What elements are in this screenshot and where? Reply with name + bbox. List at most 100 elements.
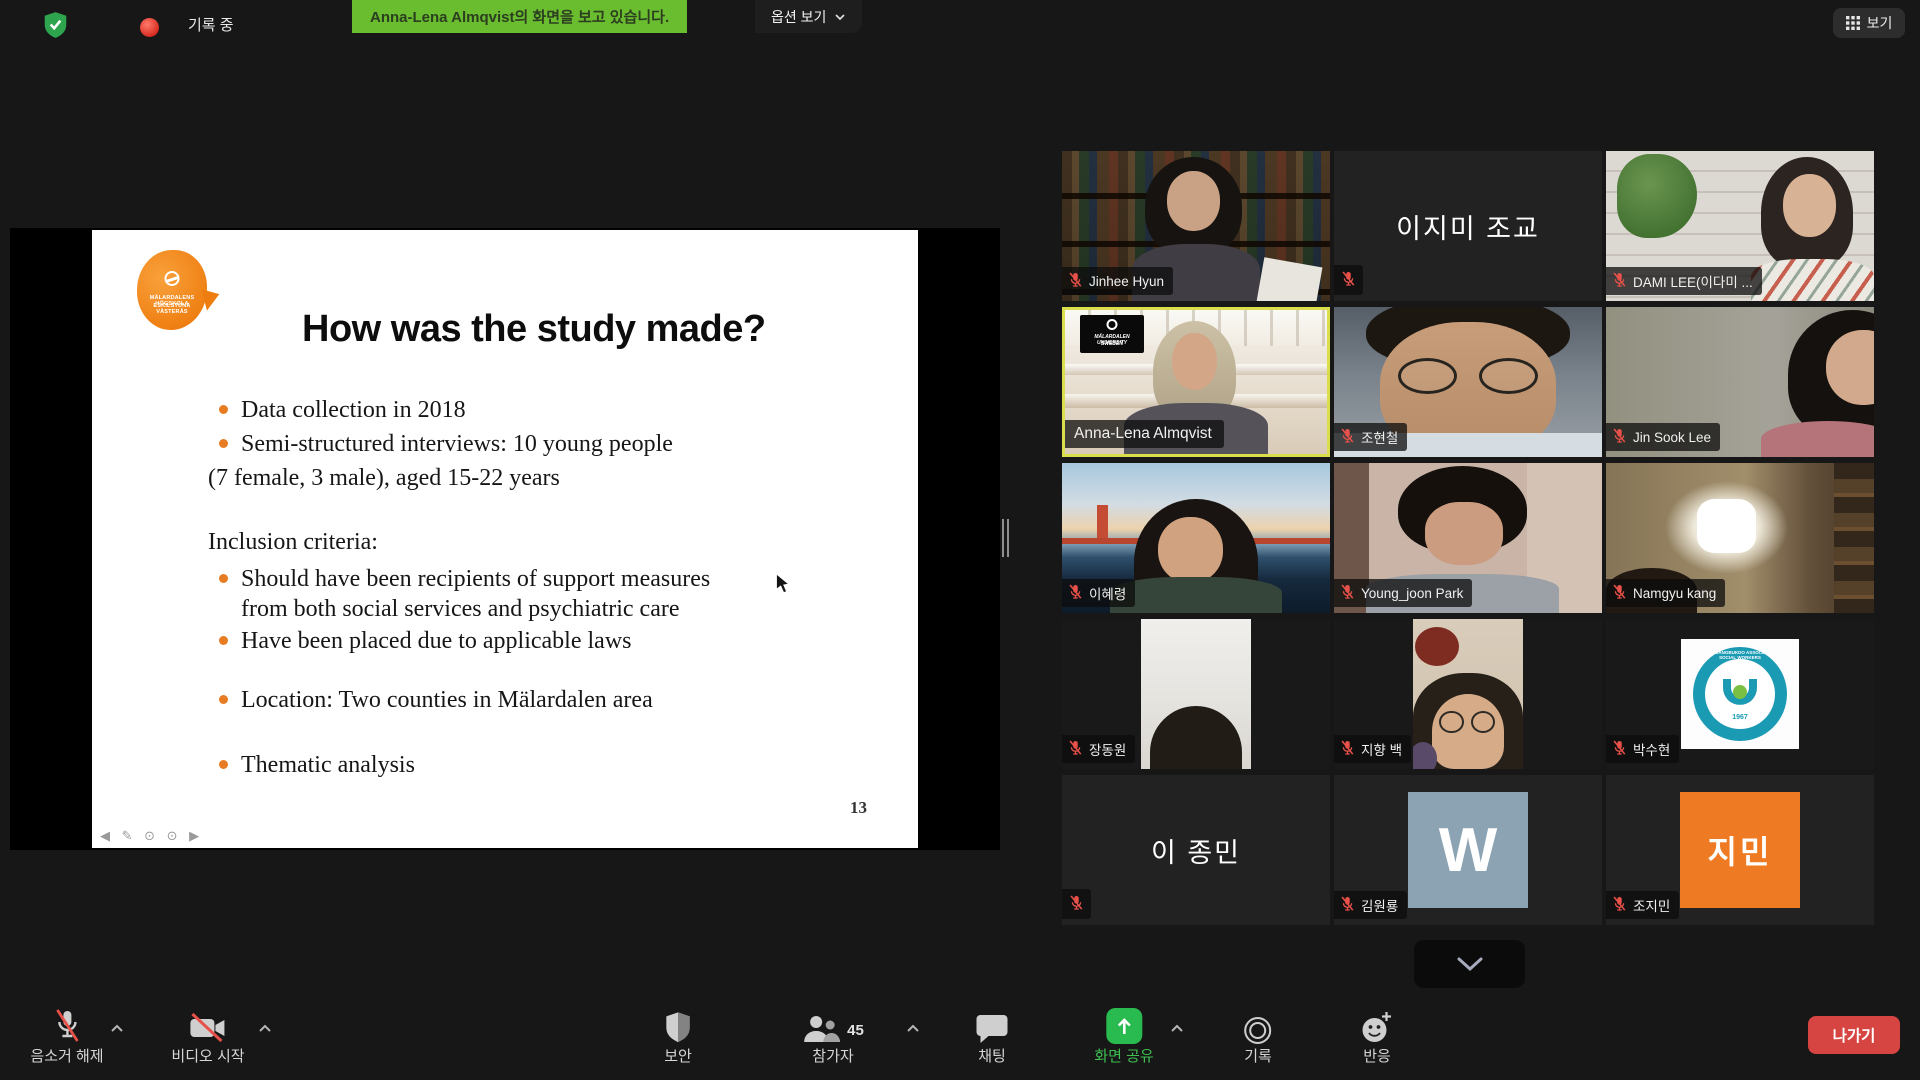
record-icon [1244,1017,1271,1044]
leave-meeting-button[interactable]: 나가기 [1808,1016,1900,1054]
participant-nameplate: 박수현 [1606,735,1679,763]
participant-name: 조현철 [1361,427,1398,447]
participant-nameplate: Jin Sook Lee [1606,423,1720,451]
shared-screen-area: MÄLARDALENS HÖGSKOLA ESKILSTUNA VÄSTERÅS… [10,228,1000,850]
security-button[interactable]: 보안 [664,1006,692,1064]
shield-icon [664,1011,692,1044]
slide-bullet: Data collection in 2018 [92,395,752,425]
participants-button[interactable]: 45 참가자 [802,1006,864,1064]
slide-title: How was the study made? [302,308,766,351]
video-options-caret[interactable] [258,1020,272,1038]
participant-grid-scroll-down-button[interactable] [1414,940,1525,988]
participant-tile[interactable]: 지향 백 [1334,619,1602,769]
participant-nameplate: 김원룡 [1334,891,1407,919]
participant-nameplate: Jinhee Hyun [1062,267,1173,295]
participant-tile[interactable]: 이혜령 [1062,463,1330,613]
mic-muted-icon [1612,583,1627,603]
slide-line: (7 female, 3 male), aged 15-22 years [92,463,752,493]
meeting-secure-shield-icon[interactable] [42,11,69,44]
share-options-caret[interactable] [1170,1020,1184,1038]
participant-name: Jin Sook Lee [1633,430,1711,445]
view-options-button[interactable]: 옵션 보기 [755,0,862,33]
audio-options-caret[interactable] [110,1020,124,1038]
recording-indicator-icon [140,18,159,37]
mic-muted-icon [1340,895,1355,915]
mic-muted-icon [1340,739,1355,759]
recording-label: 기록 중 [188,14,234,35]
participant-name: 박수현 [1633,739,1670,759]
chevron-down-icon [834,13,846,21]
panel-resize-handle[interactable] [1002,519,1009,557]
participant-tile[interactable]: Young_joon Park [1334,463,1602,613]
participant-name: Namgyu kang [1633,586,1716,601]
participants-options-caret[interactable] [906,1020,920,1038]
participant-tile[interactable]: 이지미 조교 [1334,151,1602,301]
association-logo-dot [1733,685,1747,699]
participant-name: 조지민 [1633,895,1670,915]
participant-grid: Jinhee Hyun 이지미 조교 DAMI LEE(이다미 ... MÄLA… [1062,151,1874,925]
participant-tile[interactable]: 조현철 [1334,307,1602,457]
participant-tile[interactable]: 이 종민 [1062,775,1330,925]
slide-bullet: Location: Two counties in Mälardalen are… [92,685,752,715]
participant-nameplate: DAMI LEE(이다미 ... [1606,267,1762,295]
slide-bullet: Have been placed due to applicable laws [92,626,752,656]
chat-button[interactable]: 채팅 [976,1006,1009,1064]
participant-nameplate: 조현철 [1334,423,1407,451]
participant-tile[interactable]: W 김원룡 [1334,775,1602,925]
participant-nameplate: Young_joon Park [1334,579,1472,607]
participant-nameplate [1334,265,1363,295]
slide-line: Inclusion criteria: [92,527,752,557]
participant-name: 지향 백 [1361,739,1402,759]
screen-share-button[interactable]: 화면 공유 [1094,1006,1153,1064]
participant-tile[interactable]: 장동원 [1062,619,1330,769]
mic-muted-icon [52,1008,82,1044]
participant-nameplate: Namgyu kang [1606,579,1725,607]
participant-tile[interactable]: DAMI LEE(이다미 ... [1606,151,1874,301]
participant-nameplate: Anna-Lena Almqvist [1065,420,1224,448]
participant-tile[interactable]: 지민 조지민 [1606,775,1874,925]
participant-name: DAMI LEE(이다미 ... [1633,271,1753,291]
mic-muted-icon [1068,583,1083,603]
mdh-logo-emblem-icon [165,271,180,286]
mic-muted-icon [1341,270,1356,290]
mic-muted-icon [1068,739,1083,759]
association-logo: GYEONGSANGBUKDO ASSOCIATION OF SOCIAL WO… [1681,639,1799,749]
mic-muted-icon [1612,739,1627,759]
chevron-down-icon [1455,956,1485,972]
participant-tile[interactable]: Jinhee Hyun [1062,151,1330,301]
unmute-button[interactable]: 음소거 해제 [30,1006,103,1064]
participant-nameplate: 지향 백 [1334,735,1411,763]
mic-muted-icon [1612,895,1627,915]
participant-name: 이혜령 [1089,583,1126,603]
slide-bullet: Thematic analysis [92,750,752,780]
slideshow-nav-controls[interactable]: ◀ ✎ ⊙ ⊙ ▶ [100,828,203,844]
participant-tile-active-speaker[interactable]: MÄLARDALEN UNIVERSITY SWEDEN Anna-Lena A… [1062,307,1330,457]
participants-count: 45 [847,1022,864,1039]
slide-bullet: Should have been recipients of support m… [92,564,752,624]
zoom-meeting-window: 기록 중 Anna-Lena Almqvist의 화면을 보고 있습니다. 옵션… [0,0,1920,1080]
participant-tile[interactable]: GYEONGSANGBUKDO ASSOCIATION OF SOCIAL WO… [1606,619,1874,769]
participant-nameplate: 장동원 [1062,735,1135,763]
mdh-university-logo: MÄLARDALENS HÖGSKOLA ESKILSTUNA VÄSTERÅS [137,250,207,330]
record-button[interactable]: 기록 [1244,1006,1272,1064]
mic-muted-icon [1069,894,1084,914]
start-video-button[interactable]: 비디오 시작 [171,1006,244,1064]
mic-muted-icon [1340,427,1355,447]
mic-muted-icon [1340,583,1355,603]
participant-tile[interactable]: Jin Sook Lee [1606,307,1874,457]
gallery-view-grid-icon [1846,16,1860,30]
reactions-button[interactable]: 반응 [1362,1006,1393,1064]
chevron-up-icon [1170,1024,1184,1033]
mdh-university-camera-logo: MÄLARDALEN UNIVERSITY SWEDEN [1080,315,1144,353]
participant-nameplate: 이혜령 [1062,579,1135,607]
mic-muted-icon [1068,271,1083,291]
participant-name: Jinhee Hyun [1089,274,1164,289]
participant-nameplate [1062,889,1091,919]
participant-nameplate: 조지민 [1606,891,1679,919]
slide-bullet: Semi-structured interviews: 10 young peo… [92,429,752,459]
view-button[interactable]: 보기 [1833,8,1905,38]
viewing-screen-banner: Anna-Lena Almqvist의 화면을 보고 있습니다. [352,0,687,33]
participant-tile[interactable]: Namgyu kang [1606,463,1874,613]
mic-muted-icon [1612,271,1627,291]
participant-name: 이 종민 [1062,775,1330,925]
